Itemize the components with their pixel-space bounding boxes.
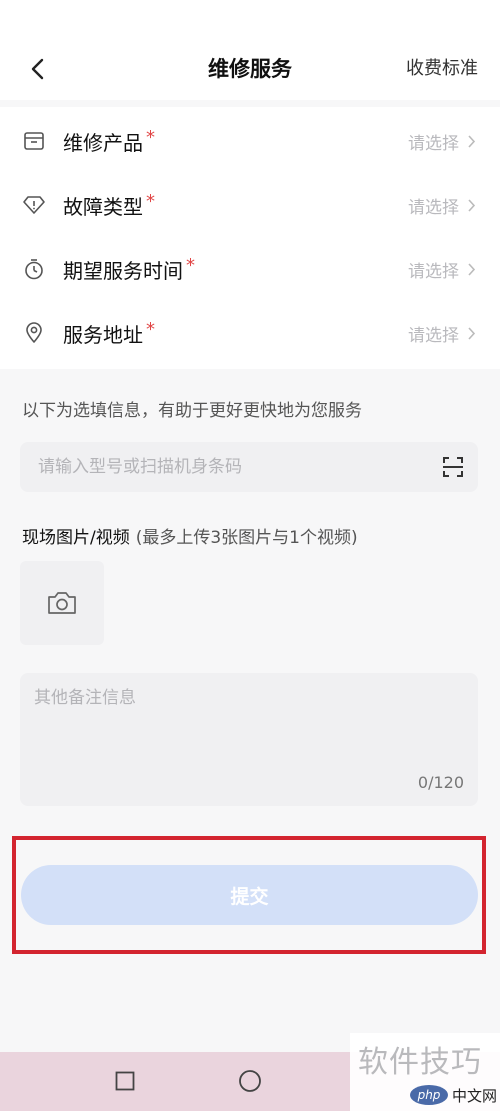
form-row-label: 维修产品 * [63, 126, 155, 155]
timer-icon [22, 257, 46, 281]
recent-apps-button[interactable] [112, 1068, 138, 1094]
form-row-fault-type[interactable]: 故障类型 * 请选择 [0, 173, 500, 237]
chevron-right-icon [468, 262, 476, 276]
required-mark: * [186, 254, 195, 276]
select-value[interactable]: 请选择 [408, 257, 476, 282]
chevron-right-icon [468, 198, 476, 212]
chevron-left-icon [31, 58, 44, 80]
square-icon [115, 1071, 135, 1091]
location-pin-icon [22, 321, 46, 345]
watermark-site: 中文网 [452, 1087, 498, 1105]
form-row-service-time[interactable]: 期望服务时间 * 请选择 [0, 237, 500, 301]
media-upload-hint: (最多上传3张图片与1个视频) [135, 528, 358, 548]
optional-info-tip: 以下为选填信息，有助于更好更快地为您服务 [22, 401, 362, 421]
diamond-warning-icon [22, 193, 46, 217]
chevron-right-icon [468, 326, 476, 340]
required-mark: * [146, 126, 155, 148]
fee-standard-link[interactable]: 收费标准 [406, 52, 478, 86]
top-bar: 维修服务 收费标准 [0, 0, 500, 100]
php-logo: php [410, 1085, 448, 1105]
form-row-label: 期望服务时间 * [63, 254, 195, 283]
select-value[interactable]: 请选择 [408, 193, 476, 218]
form-row-service-address[interactable]: 服务地址 * 请选择 [0, 301, 500, 365]
scan-barcode-button[interactable] [440, 454, 466, 480]
remarks-box: 0/120 [20, 673, 478, 806]
chevron-right-icon [468, 134, 476, 148]
remarks-textarea[interactable] [20, 673, 478, 768]
required-mark: * [146, 318, 155, 340]
form-row-repair-product[interactable]: 维修产品 * 请选择 [0, 109, 500, 173]
submit-button[interactable]: 提交 [21, 865, 478, 925]
back-button[interactable] [22, 52, 52, 86]
model-input-box [20, 442, 478, 492]
select-value[interactable]: 请选择 [408, 321, 476, 346]
watermark-text: 软件技巧 [358, 1045, 482, 1080]
form-row-label: 故障类型 * [63, 190, 155, 219]
media-upload-button[interactable] [20, 561, 104, 645]
watermark: 软件技巧 php 中文网 [350, 1033, 500, 1111]
model-number-input[interactable] [20, 442, 438, 492]
camera-icon [48, 592, 76, 614]
form-row-label: 服务地址 * [63, 318, 155, 347]
char-counter: 0/120 [417, 773, 464, 792]
media-section-title: 现场图片/视频 (最多上传3张图片与1个视频) [22, 523, 358, 548]
circle-icon [239, 1070, 261, 1092]
required-mark: * [146, 190, 155, 212]
required-form-card: 维修产品 * 请选择 故障类型 * 请选择 期望服务时间 * 请选择 服务地址 … [0, 107, 500, 369]
media-title-text: 现场图片/视频 [22, 528, 130, 548]
select-value[interactable]: 请选择 [408, 129, 476, 154]
scan-icon [443, 457, 463, 477]
home-button[interactable] [237, 1068, 263, 1094]
product-box-icon [22, 129, 46, 153]
